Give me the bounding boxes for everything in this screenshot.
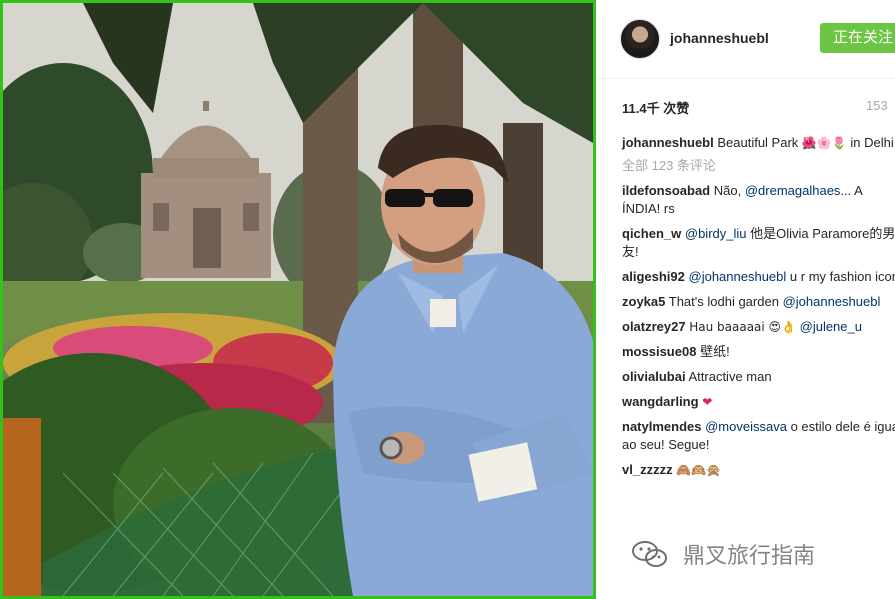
comment-text: 🙈🙉🙊: [676, 463, 722, 477]
comment: vl_zzzzz 🙈🙉🙊: [622, 461, 895, 479]
comment-username[interactable]: olivialubai: [622, 369, 686, 384]
likes-count[interactable]: 11.4千 次赞: [622, 98, 689, 117]
comment: natylmendes @moveissava o estilo dele é …: [622, 418, 895, 454]
comment-mention[interactable]: @moveissava: [705, 419, 787, 434]
caption-text: Beautiful Park: [717, 135, 799, 150]
likes-row: 11.4千 次赞 153: [596, 95, 895, 119]
caption-rest: in Delhi: [850, 135, 894, 150]
avatar[interactable]: [620, 19, 660, 59]
comment-mention[interactable]: @johanneshuebl: [783, 294, 881, 309]
caption-username[interactable]: johanneshuebl: [622, 135, 714, 150]
comment-text: u r my fashion icon: [789, 269, 895, 284]
comments-list: johanneshuebl Beautiful Park 🌺🌸🌷 in Delh…: [622, 134, 895, 486]
comment: qichen_w @birdy_liu 他是Olivia Paramore的男友…: [622, 225, 895, 261]
comment: olatzrey27 Hau baaaaai 😍👌 @julene_u: [622, 318, 895, 336]
comment: aligeshi92 @johanneshuebl u r my fashion…: [622, 268, 895, 286]
comment-text: That's lodhi garden: [668, 294, 779, 309]
watermark-text: 鼎叉旅行指南: [683, 544, 816, 569]
comment-text: Attractive man: [688, 369, 772, 384]
comment-text: Hau baaaaai 😍👌: [689, 320, 796, 334]
comment-text: 壁纸!: [700, 344, 730, 359]
comment-username[interactable]: olatzrey27: [622, 319, 686, 334]
comment: olivialubai Attractive man: [622, 368, 895, 386]
heart-icon: ❤: [702, 395, 713, 409]
post-details-panel: johanneshuebl 正在关注 11.4千 次赞 153 johannes…: [596, 0, 895, 599]
caption: johanneshuebl Beautiful Park 🌺🌸🌷 in Delh…: [622, 134, 895, 152]
comment-username[interactable]: natylmendes: [622, 419, 701, 434]
comment: ildefonsoabad Não, @dremagalhaes... A ÍN…: [622, 182, 895, 218]
comment-username[interactable]: zoyka5: [622, 294, 665, 309]
watermark: 鼎叉旅行指南: [632, 538, 895, 578]
photo-illustration: [3, 3, 593, 596]
caption-emoji: 🌺🌸🌷: [801, 136, 847, 150]
comment-mention[interactable]: @birdy_liu: [685, 226, 747, 241]
comment: wangdarling ❤: [622, 393, 895, 411]
comment-mention[interactable]: @dremagalhaes: [745, 183, 841, 198]
comment-username[interactable]: aligeshi92: [622, 269, 685, 284]
comment-mention[interactable]: @johanneshuebl: [689, 269, 787, 284]
comment-username[interactable]: mossisue08: [622, 344, 696, 359]
comment-mention[interactable]: @julene_u: [800, 319, 862, 334]
following-button[interactable]: 正在关注: [820, 23, 895, 53]
post-header: johanneshuebl 正在关注: [596, 0, 895, 79]
comment-username[interactable]: qichen_w: [622, 226, 681, 241]
comment-username[interactable]: vl_zzzzz: [622, 462, 673, 477]
comment: zoyka5 That's lodhi garden @johanneshueb…: [622, 293, 895, 311]
post-photo[interactable]: [0, 0, 596, 599]
comment-username[interactable]: ildefonsoabad: [622, 183, 710, 198]
view-all-comments-link[interactable]: 全部 123 条评论: [622, 157, 895, 175]
comment-text: Não,: [713, 183, 742, 198]
comment: mossisue08 壁纸!: [622, 343, 895, 361]
post-time: 153: [866, 98, 888, 113]
username-link[interactable]: johanneshuebl: [670, 30, 769, 46]
comment-username[interactable]: wangdarling: [622, 394, 699, 409]
wechat-icon: [632, 541, 667, 567]
